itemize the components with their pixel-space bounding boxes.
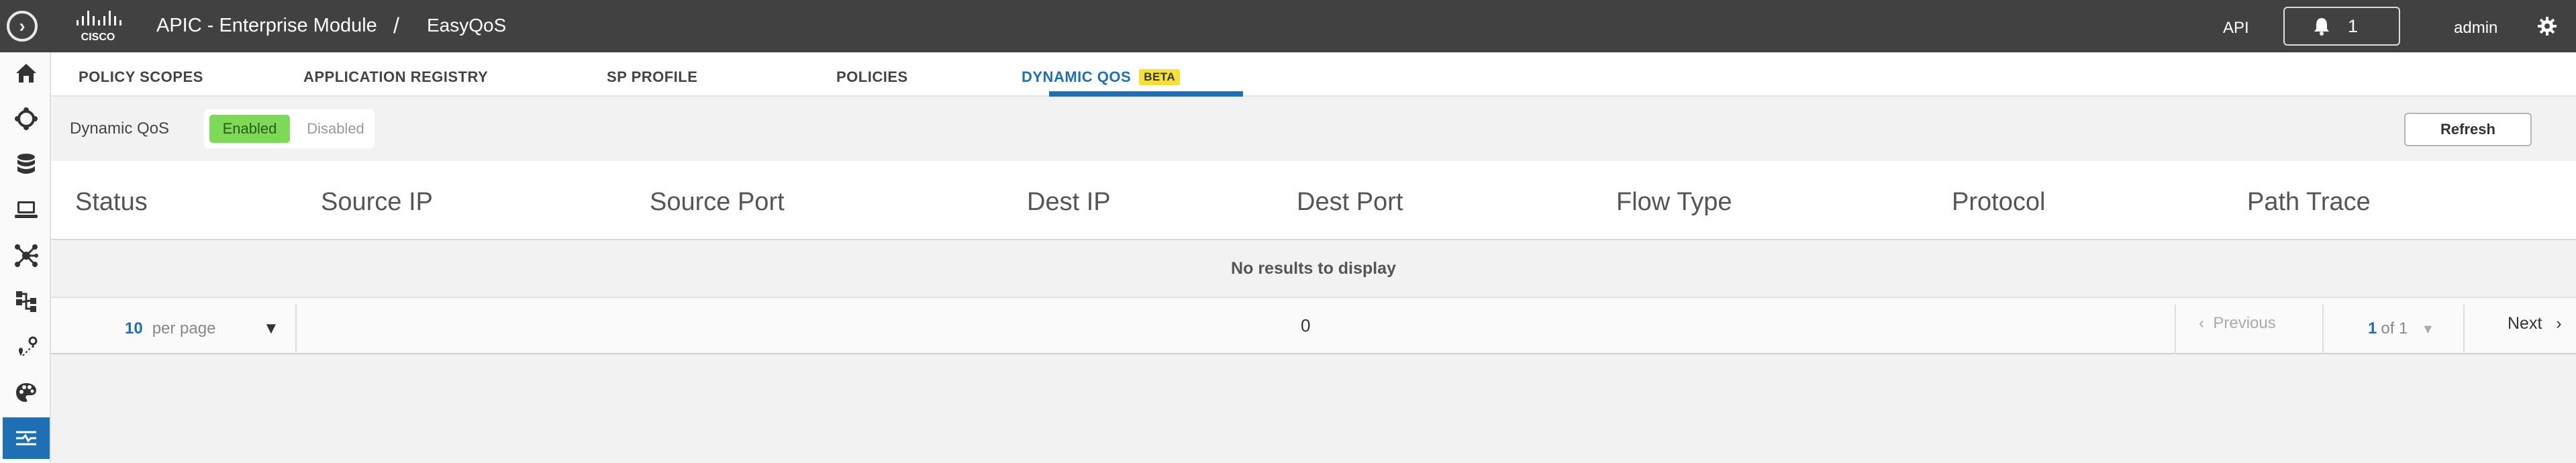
notification-count: 1 (2348, 15, 2359, 36)
breadcrumb[interactable]: EasyQoS (427, 15, 506, 36)
device-icon (15, 201, 38, 218)
beta-badge: BETA (1139, 69, 1181, 85)
refresh-button[interactable]: Refresh (2404, 113, 2532, 146)
api-link[interactable]: API (2223, 19, 2249, 38)
sidebar-item-device[interactable] (3, 189, 50, 231)
page-caret-icon: ▼ (2421, 322, 2435, 337)
tab-sp-profile[interactable]: SP PROFILE (607, 68, 697, 86)
sidebar-item-topology[interactable] (3, 235, 50, 276)
next-button[interactable]: Next › (2508, 314, 2562, 333)
sidebar-item-policy[interactable] (3, 98, 50, 140)
column-header-flow-type[interactable]: Flow Type (1616, 188, 1732, 217)
column-header-dest-ip[interactable]: Dest IP (1027, 188, 1111, 217)
settings-sliders-icon (16, 431, 36, 446)
top-bar: › CISCO APIC - Enterprise Module / EasyQ… (0, 0, 2576, 52)
path-icon (19, 336, 38, 356)
disabled-option[interactable]: Disabled (301, 115, 370, 143)
sidebar-item-palette[interactable] (3, 372, 50, 413)
page-select[interactable]: 1 of 1 ▼ (2368, 319, 2434, 338)
tab-dynamic-qos[interactable]: DYNAMIC QOS BETA (1022, 68, 1181, 86)
user-menu[interactable]: admin (2454, 19, 2497, 38)
divider (2463, 305, 2465, 354)
sidebar-item-flow[interactable] (3, 280, 50, 322)
column-header-protocol[interactable]: Protocol (1952, 188, 2045, 217)
previous-button[interactable]: ‹ Previous (2199, 314, 2276, 333)
sidebar-item-easyqos[interactable] (3, 417, 50, 459)
empty-results-message: No results to display (1231, 258, 1396, 278)
total-count: 0 (1301, 315, 1311, 336)
per-page-select[interactable]: 10 per page (125, 319, 215, 338)
tab-dynamic-qos-label: DYNAMIC QOS (1022, 68, 1132, 85)
bell-icon (2314, 18, 2329, 36)
divider (295, 305, 297, 354)
breadcrumb-separator: / (393, 13, 399, 38)
collapse-menu-icon[interactable]: › (7, 11, 38, 42)
per-page-value: 10 (125, 319, 143, 338)
svg-text:CISCO: CISCO (81, 32, 115, 43)
column-header-path-trace[interactable]: Path Trace (2247, 188, 2371, 217)
chevron-left-icon: ‹ (2199, 314, 2204, 332)
policy-icon (15, 107, 38, 130)
database-icon (17, 154, 35, 174)
enabled-option[interactable]: Enabled (209, 115, 290, 143)
app-title: APIC - Enterprise Module (156, 15, 377, 36)
home-icon (16, 64, 36, 83)
sidebar-item-database[interactable] (3, 144, 50, 185)
divider (2175, 305, 2176, 354)
active-tab-indicator (1049, 91, 1243, 97)
chevron-right-icon: › (2556, 314, 2562, 333)
topology-icon (15, 244, 38, 267)
sidebar (0, 52, 51, 463)
palette-icon (16, 383, 36, 402)
column-header-dest-port[interactable]: Dest Port (1297, 188, 1403, 217)
cisco-logo-icon: CISCO (77, 11, 121, 43)
sidebar-item-path[interactable] (3, 326, 50, 368)
column-header-source-ip[interactable]: Source IP (321, 188, 433, 217)
column-header-status[interactable]: Status (75, 188, 148, 217)
tab-application-registry[interactable]: APPLICATION REGISTRY (303, 68, 488, 86)
page-count: of 1 (2381, 319, 2408, 338)
sidebar-item-home[interactable] (3, 52, 50, 94)
next-label: Next (2508, 314, 2542, 333)
pagination-bar: 10 per page ▼ 0 ‹ Previous 1 of 1 ▼ Next › (51, 298, 2576, 354)
previous-label: Previous (2213, 314, 2276, 332)
gear-icon[interactable] (2537, 16, 2557, 36)
tab-policy-scopes[interactable]: POLICY SCOPES (79, 68, 203, 86)
flow-icon (16, 291, 36, 312)
column-header-source-port[interactable]: Source Port (650, 188, 785, 217)
table-header: Status Source IP Source Port Dest IP Des… (51, 161, 2576, 240)
per-page-label: per page (152, 319, 216, 338)
per-page-caret-icon[interactable]: ▼ (263, 319, 279, 338)
current-page: 1 (2368, 319, 2377, 338)
dynamic-qos-toggle: Enabled Disabled (204, 109, 375, 148)
tab-bar: POLICY SCOPES APPLICATION REGISTRY SP PR… (51, 52, 2576, 97)
empty-results-row: No results to display (51, 240, 2576, 298)
notifications-button[interactable]: 1 (2283, 7, 2400, 46)
dynamic-qos-label: Dynamic QoS (70, 119, 170, 138)
tab-policies[interactable]: POLICIES (836, 68, 908, 86)
divider (2322, 305, 2324, 354)
